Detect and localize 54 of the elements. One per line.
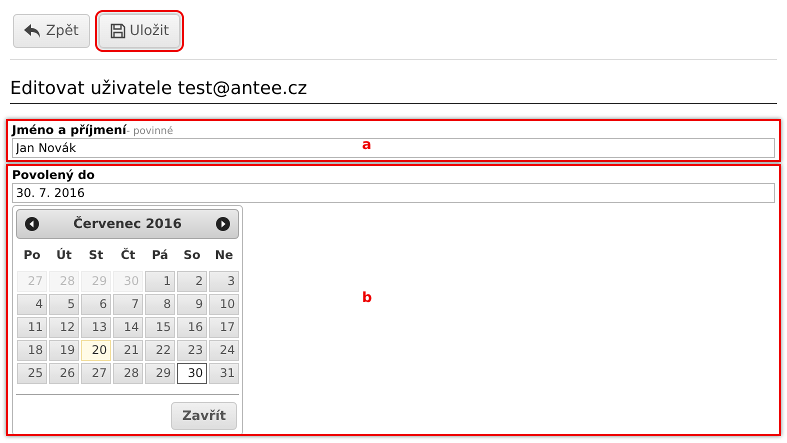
close-button[interactable]: Zavřít — [171, 402, 237, 430]
calendar-day[interactable]: 9 — [177, 294, 207, 315]
calendar-day[interactable]: 2 — [177, 271, 207, 292]
calendar-day[interactable]: 24 — [209, 340, 239, 361]
calendar-day[interactable]: 7 — [113, 294, 143, 315]
calendar-day[interactable]: 1 — [145, 271, 175, 292]
calendar-day: 28 — [49, 271, 79, 292]
calendar-day[interactable]: 21 — [113, 340, 143, 361]
calendar-day[interactable]: 30 — [177, 363, 207, 384]
calendar-day[interactable]: 11 — [17, 317, 47, 338]
calendar-day[interactable]: 18 — [17, 340, 47, 361]
calendar-day[interactable]: 17 — [209, 317, 239, 338]
calendar-day[interactable]: 6 — [81, 294, 111, 315]
input-field[interactable]: 30. 7. 2016 — [12, 183, 775, 203]
calendar-day[interactable]: 3 — [209, 271, 239, 292]
weekday-label: St — [88, 247, 104, 264]
page-heading: Editovat uživatele test@antee.cz — [10, 78, 777, 104]
calendar-day[interactable]: 16 — [177, 317, 207, 338]
calendar-day: 29 — [81, 271, 111, 292]
calendar-day[interactable]: 20 — [81, 340, 111, 361]
calendar-day[interactable]: 19 — [49, 340, 79, 361]
calendar-day: 27 — [17, 271, 47, 292]
previous-month-icon[interactable] — [25, 217, 39, 231]
calendar-day[interactable]: 10 — [209, 294, 239, 315]
calendar-day[interactable]: 23 — [177, 340, 207, 361]
calendar-day[interactable]: 8 — [145, 294, 175, 315]
calendar-day[interactable]: 22 — [145, 340, 175, 361]
weekday-label: Čt — [120, 246, 136, 264]
calendar-day[interactable]: 28 — [113, 363, 143, 384]
month-title: Červenec 2016 — [73, 216, 182, 232]
calendar-day[interactable]: 26 — [49, 363, 79, 384]
toolbar-button[interactable]: Zpět — [13, 14, 90, 48]
calendar-day[interactable]: 12 — [49, 317, 79, 338]
calendar-day[interactable]: 13 — [81, 317, 111, 338]
calendar-day[interactable]: 14 — [113, 317, 143, 338]
weekday-label: Pá — [150, 247, 170, 264]
weekday-label: Út — [55, 246, 73, 264]
calendar-day[interactable]: 31 — [209, 363, 239, 384]
field-label: Povolený do — [12, 168, 96, 182]
weekday-label: Po — [22, 247, 42, 264]
weekday-label: Ne — [214, 247, 234, 264]
calendar-day[interactable]: 29 — [145, 363, 175, 384]
back-arrow-icon — [24, 23, 42, 39]
calendar-day[interactable]: 4 — [17, 294, 47, 315]
next-month-icon[interactable] — [216, 217, 230, 231]
annotation-label: a — [362, 137, 372, 153]
weekday-label: So — [182, 247, 202, 264]
calendar-day[interactable]: 25 — [17, 363, 47, 384]
field-label: Jméno a příjmení- povinné — [12, 123, 174, 137]
annotation-label: b — [362, 290, 372, 306]
calendar-day[interactable]: 27 — [81, 363, 111, 384]
calendar-day: 30 — [113, 271, 143, 292]
calendar-day[interactable]: 15 — [145, 317, 175, 338]
calendar-day[interactable]: 5 — [49, 294, 79, 315]
